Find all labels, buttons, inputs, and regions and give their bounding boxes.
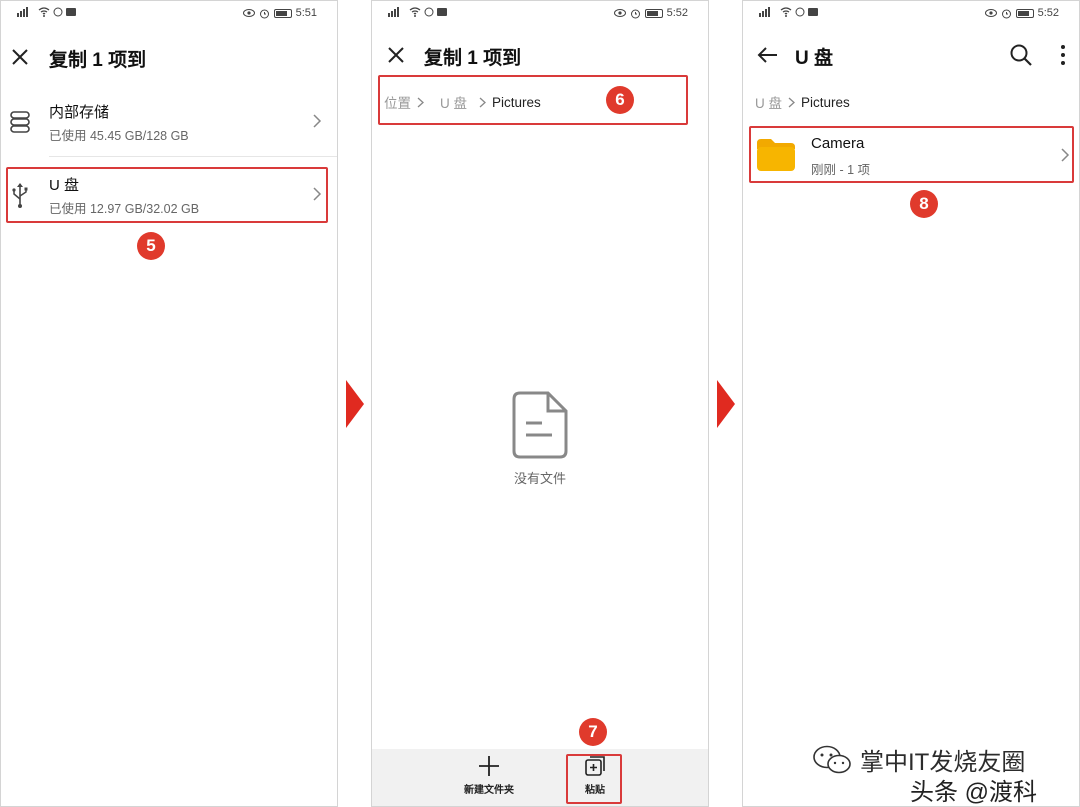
divider: [49, 156, 337, 157]
alarm-icon: [1001, 9, 1011, 18]
status-time: 5:52: [666, 7, 688, 19]
more-icon[interactable]: [1049, 41, 1077, 69]
wifi-icon: [409, 7, 421, 17]
title-bar: 复制 1 项到: [372, 37, 708, 73]
next-arrow-icon: [346, 380, 364, 428]
bottom-toolbar: 新建文件夹 粘贴: [372, 749, 708, 806]
alarm-icon: [630, 9, 640, 18]
step-badge: 5: [137, 232, 165, 260]
storage-name: 内部存储: [49, 104, 110, 121]
signal-icon: [759, 7, 770, 17]
watermark-line2: 头条 @渡科: [910, 779, 1038, 806]
status-time: 5:52: [1037, 7, 1059, 19]
page-title: 复制 1 项到: [424, 48, 522, 69]
step-badge: 7: [579, 718, 607, 746]
plus-icon: [479, 756, 499, 776]
eye-icon: [613, 9, 626, 17]
page-title: 复制 1 项到: [49, 50, 147, 71]
signal-icon: [17, 7, 28, 17]
highlight-box: [749, 126, 1074, 183]
notification-icon: [437, 8, 447, 16]
highlight-box: [6, 167, 328, 223]
notification-icon: [66, 8, 76, 16]
screen-copy-to-root: 5:51 复制 1 项到 内部存储 已使用 45.45 GB/128 GB U …: [0, 0, 338, 807]
signal-icon: [388, 7, 399, 17]
alarm-icon: [259, 9, 269, 18]
title-bar: U 盘: [743, 37, 1079, 73]
status-time: 5:51: [295, 7, 317, 19]
empty-state: 没有文件: [372, 391, 708, 487]
nfc-icon: [424, 7, 434, 17]
status-bar: 5:52: [743, 5, 1079, 23]
step-badge: 8: [910, 190, 938, 218]
back-arrow-icon[interactable]: [753, 41, 781, 69]
storage-usage: 已使用 45.45 GB/128 GB: [49, 129, 189, 143]
nfc-icon: [795, 7, 805, 17]
empty-label: 没有文件: [513, 471, 566, 486]
breadcrumb: U 盘 Pictures: [755, 92, 850, 112]
battery-icon: [273, 8, 292, 18]
close-icon[interactable]: [6, 43, 34, 71]
next-arrow-icon: [717, 380, 735, 428]
storage-icon: [10, 111, 30, 133]
notification-icon: [808, 8, 818, 16]
eye-icon: [242, 9, 255, 17]
chevron-right-icon: [313, 114, 322, 128]
battery-icon: [644, 8, 663, 18]
new-folder-button[interactable]: 新建文件夹: [454, 755, 524, 796]
file-icon: [512, 391, 568, 459]
screen-usb-pictures: 5:52 U 盘 U 盘 Pictures Camera 刚刚 - 1 项 8: [742, 0, 1080, 807]
breadcrumb-current: Pictures: [801, 94, 850, 110]
breadcrumb-item[interactable]: U 盘: [755, 92, 782, 112]
wifi-icon: [38, 7, 50, 17]
page-title: U 盘: [795, 48, 834, 69]
nfc-icon: [53, 7, 63, 17]
wechat-icon: [813, 745, 851, 773]
close-icon[interactable]: [382, 41, 410, 69]
eye-icon: [984, 9, 997, 17]
battery-icon: [1015, 8, 1034, 18]
highlight-box: [378, 75, 688, 125]
new-folder-label: 新建文件夹: [464, 785, 514, 796]
storage-item-internal[interactable]: 内部存储 已使用 45.45 GB/128 GB: [1, 91, 337, 153]
title-bar: 复制 1 项到: [1, 39, 337, 75]
highlight-box: [566, 754, 622, 804]
step-badge: 6: [606, 86, 634, 114]
search-icon[interactable]: [1007, 41, 1035, 69]
screen-copy-to-pictures: 5:52 复制 1 项到 位置 U 盘 Pictures 6 没有文件 7 新建…: [371, 0, 709, 807]
chevron-right-icon: [788, 97, 795, 107]
status-bar: 5:52: [372, 5, 708, 23]
wifi-icon: [780, 7, 792, 17]
status-bar: 5:51: [1, 5, 337, 23]
